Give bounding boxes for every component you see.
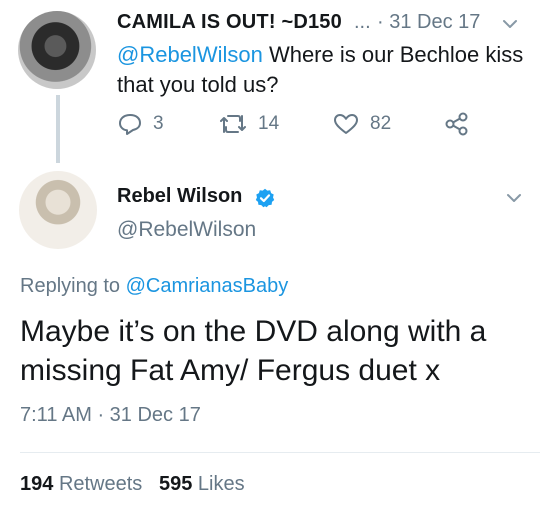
original-author-name[interactable]: CAMILA IS OUT! ~D150: [117, 11, 342, 34]
avatar-reply-author[interactable]: [19, 171, 97, 249]
replying-to-line: Replying to @CamrianasBaby: [20, 275, 288, 298]
name-truncation-ellipsis: ...: [354, 11, 371, 33]
retweet-icon: [220, 115, 246, 133]
heart-icon: [334, 114, 358, 134]
reply-tweet-text: Maybe it’s on the DVD along with a missi…: [20, 315, 487, 387]
likes-label: Likes: [197, 473, 245, 495]
chevron-down-icon[interactable]: [502, 16, 518, 32]
verified-badge-icon: [255, 188, 275, 208]
share-button[interactable]: [443, 112, 471, 136]
reply-author-name[interactable]: Rebel Wilson: [117, 185, 242, 208]
likes-stat[interactable]: 595 Likes: [159, 473, 245, 495]
reply-count: 3: [153, 113, 164, 134]
reply-tweet-timestamp[interactable]: 7:11 AM · 31 Dec 17: [20, 404, 201, 427]
likes-count: 595: [158, 473, 193, 495]
replying-to-mention[interactable]: @CamrianasBaby: [126, 275, 289, 297]
reply-button[interactable]: 3: [117, 112, 164, 136]
original-tweet-text: @RebelWilson Where is our Bechloe kiss t…: [117, 40, 527, 100]
replying-to-prefix: Replying to: [20, 275, 126, 297]
like-count: 82: [370, 113, 392, 134]
retweets-count: 194: [20, 473, 54, 495]
share-icon: [445, 112, 468, 136]
avatar-original-author[interactable]: [18, 11, 96, 89]
thread-connector-line: [56, 95, 60, 163]
retweets-label: Retweets: [58, 473, 143, 495]
reply-author-handle[interactable]: @RebelWilson: [117, 218, 256, 242]
retweet-count: 14: [258, 113, 280, 134]
original-tweet-timestamp[interactable]: · 31 Dec 17: [377, 11, 480, 34]
reply-icon: [119, 114, 141, 135]
tweet-stats: 194 Retweets 595 Likes: [20, 473, 245, 496]
like-button[interactable]: 82: [332, 112, 391, 136]
stats-divider: [20, 452, 540, 453]
retweets-stat[interactable]: 194 Retweets: [20, 473, 142, 495]
mention-link[interactable]: @RebelWilson: [117, 42, 263, 67]
retweet-button[interactable]: 14: [218, 112, 279, 136]
chevron-down-icon[interactable]: [506, 190, 522, 206]
